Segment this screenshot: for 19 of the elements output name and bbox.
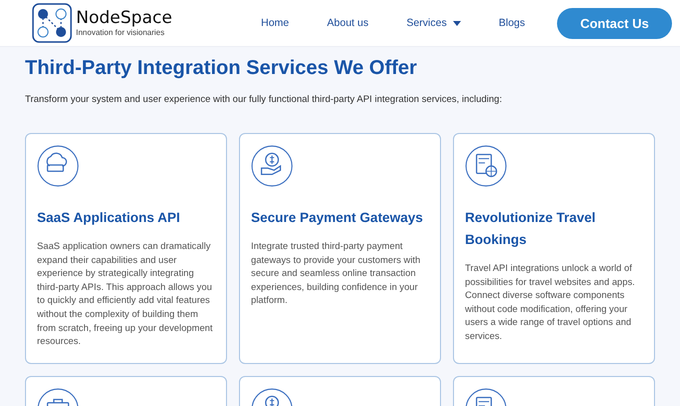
card-title: Revolutionize Travel Bookings — [465, 209, 597, 249]
logo-wordmark[interactable]: NodeSpace — [76, 10, 172, 26]
nav-link[interactable]: Blogs — [498, 17, 525, 29]
logo-tagline: Innovation for visionaries — [76, 28, 166, 36]
contact-button[interactable]: Contact Us — [557, 8, 672, 38]
cloud-icon — [37, 145, 79, 187]
section-heading: Third-Party Integration Services We Offer — [25, 57, 418, 80]
card-description: Travel API integrations unlock a world of possibilities for travel websites and apps. Connect diverse software components without code modification, offering your users a wide range of travel options and services. — [465, 261, 636, 343]
card-description: SaaS application owners can dramatically expand their capabilities and user experience by strategically integrating third-party APIs. This approach allows you to quickly and efficiently add vital features without the complexity of building them from scratch, freeing up your development resources. — [37, 239, 214, 348]
card-title: Secure Payment Gateways — [251, 209, 424, 227]
card-title: SaaS Applications API — [37, 209, 182, 227]
card-description: Integrate trusted third-party payment gateways to provide your customers with secure and seamless online transaction experiences, building confidence in your platform. — [251, 239, 422, 307]
section-intro: Transform your system and user experience with our fully functional third-party API integration services, including: — [25, 94, 503, 105]
nav-link[interactable]: Services — [406, 17, 461, 29]
hand-coin-icon — [251, 145, 293, 187]
nav-link[interactable]: Home — [261, 17, 290, 29]
logo-network-icon — [32, 3, 72, 43]
document-globe-icon — [465, 145, 507, 187]
nav-link[interactable]: About us — [327, 17, 368, 29]
